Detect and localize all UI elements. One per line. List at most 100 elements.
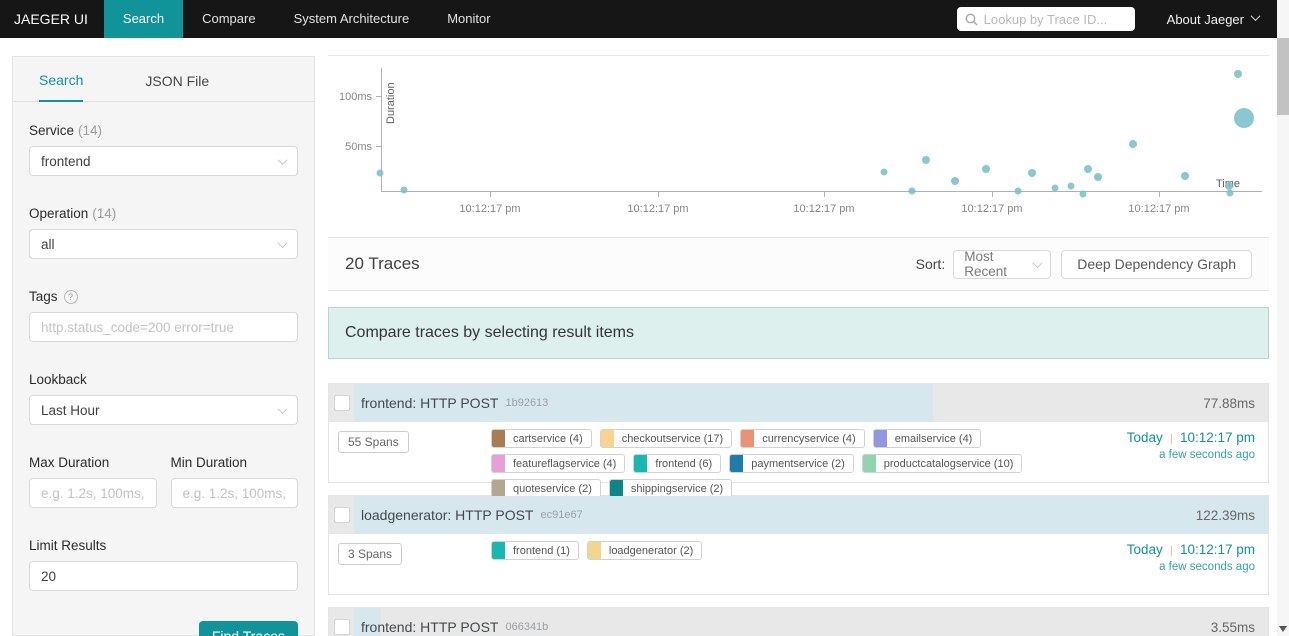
service-tag-label: frontend (6) (655, 457, 713, 470)
search-form: Service (14) frontend Operation (14) all… (13, 102, 314, 636)
trace-checkbox-cell (329, 608, 354, 636)
service-color-chip (873, 430, 887, 447)
duration-scatter-chart: 100ms 50ms 10:12:17 pm 10:12:17 pm 10:12:17 … (328, 55, 1269, 237)
tags-input[interactable] (29, 312, 298, 342)
max-duration-input[interactable] (29, 478, 157, 508)
trace-scatter-point[interactable] (1079, 190, 1087, 198)
trace-id: ec91e67 (540, 509, 583, 521)
search-icon (965, 13, 978, 25)
span-count-pill: 55 Spans (338, 431, 409, 453)
trace-scatter-point[interactable] (400, 186, 408, 194)
trace-scatter-point[interactable] (880, 168, 888, 176)
service-color-chip (730, 455, 744, 472)
trace-scatter-point[interactable] (1226, 189, 1234, 197)
service-tag-pill: productcatalogservice (10) (861, 454, 1023, 473)
lookback-select[interactable]: Last Hour (29, 395, 298, 425)
service-select[interactable]: frontend (29, 146, 298, 176)
trace-date: Today (1126, 430, 1163, 445)
top-navbar: JAEGER UI Search Compare System Architec… (0, 0, 1289, 38)
sidebar-tab[interactable]: JSON File (145, 73, 209, 101)
navbar-item[interactable]: Search (103, 0, 184, 38)
trace-scatter-point[interactable] (908, 187, 916, 195)
chevron-down-icon (277, 154, 288, 165)
service-tag-label: productcatalogservice (10) (883, 457, 1014, 470)
help-icon[interactable]: ? (63, 289, 78, 304)
service-tag-pill: currencyservice (4) (740, 429, 865, 448)
min-duration-label: Min Duration (170, 455, 248, 470)
trace-scatter-point[interactable] (1129, 140, 1137, 148)
sidebar-tab[interactable]: Search (39, 72, 84, 102)
operation-select[interactable]: all (29, 229, 298, 259)
max-duration-label: Max Duration (29, 455, 110, 470)
trace-checkbox[interactable] (333, 507, 350, 523)
service-tag-label: quoteservice (2) (513, 482, 592, 495)
trace-scatter-point[interactable] (922, 156, 930, 164)
scatter-plot: 100ms 50ms 10:12:17 pm 10:12:17 pm 10:12:17 … (339, 68, 1262, 215)
service-tag-label: emailservice (4) (894, 432, 973, 445)
service-tag-pill: frontend (6) (633, 454, 722, 473)
sidebar-tabs: Search JSON File (13, 57, 314, 102)
trace-scatter-point[interactable] (1028, 169, 1036, 177)
sort-select[interactable]: Most Recent (953, 249, 1052, 279)
trace-scatter-point[interactable] (1051, 184, 1059, 192)
trace-scatter-point[interactable] (1014, 187, 1022, 195)
trace-checkbox[interactable] (333, 619, 350, 635)
trace-lookup-box[interactable] (956, 7, 1135, 31)
service-tag-pill: frontend (1) (491, 541, 579, 560)
svg-text:10:12:17 pm: 10:12:17 pm (793, 203, 854, 215)
trace-scatter-point[interactable] (1084, 165, 1092, 173)
trace-scatter-point[interactable] (982, 165, 990, 173)
service-tag-pill: loadgenerator (2) (586, 541, 703, 560)
min-duration-input[interactable] (170, 478, 298, 508)
trace-scatter-point[interactable] (1234, 108, 1254, 128)
trace-lookup-input[interactable] (983, 11, 1127, 27)
trace-header-link[interactable]: frontend: HTTP POST 1b92613 77.88ms (329, 384, 1268, 422)
trace-checkbox[interactable] (333, 395, 350, 411)
trace-scatter-point[interactable] (1234, 70, 1242, 78)
service-tag-pill: paymentservice (2) (729, 454, 854, 473)
scrollbar-thumb[interactable] (1277, 38, 1289, 115)
trace-header-link[interactable]: loadgenerator: HTTP POST ec91e67 122.39m… (329, 496, 1268, 534)
navbar-item[interactable]: System Architecture (275, 0, 429, 38)
trace-scatter-point[interactable] (1225, 182, 1233, 190)
separator: | (1169, 543, 1173, 557)
search-results-area: 100ms 50ms 10:12:17 pm 10:12:17 pm 10:12:17 … (328, 55, 1269, 636)
compare-banner: Compare traces by selecting result items (328, 307, 1269, 359)
service-color-chip (492, 430, 505, 447)
trace-scatter-point[interactable] (1067, 182, 1075, 190)
page-scrollbar[interactable] (1277, 0, 1289, 636)
trace-duration-bar-track: loadgenerator: HTTP POST ec91e67 122.39m… (354, 496, 1268, 534)
trace-checkbox-cell (329, 384, 354, 422)
deep-dependency-graph-button[interactable]: Deep Dependency Graph (1061, 249, 1252, 279)
trace-scatter-point[interactable] (376, 169, 384, 177)
trace-duration-bar-track: frontend: HTTP POST 066341b 3.55ms (354, 608, 1268, 636)
service-color-chip (609, 480, 623, 497)
trace-scatter-point[interactable] (951, 177, 959, 185)
find-traces-button[interactable]: Find Traces (198, 621, 298, 636)
service-tag-label: shippingservice (2) (630, 482, 724, 495)
limit-results-input[interactable] (29, 561, 298, 591)
sort-label: Sort: (915, 256, 946, 272)
about-jaeger-label: About Jaeger (1166, 11, 1244, 27)
trace-scatter-point[interactable] (1181, 172, 1189, 180)
app-brand[interactable]: JAEGER UI (0, 0, 104, 38)
trace-duration: 77.88ms (1203, 395, 1255, 411)
service-value: frontend (41, 153, 91, 169)
service-color-chip (492, 480, 505, 497)
service-tag-pill: emailservice (4) (872, 429, 982, 448)
tags-label: Tags ? (29, 289, 298, 304)
about-jaeger-menu[interactable]: About Jaeger (1166, 11, 1261, 27)
navbar-items: Search Compare System Architecture Monit… (103, 0, 510, 38)
svg-text:10:12:17 pm: 10:12:17 pm (1128, 203, 1189, 215)
trace-scatter-point[interactable] (1094, 173, 1102, 181)
scrollbar-down-arrow-icon[interactable] (1279, 626, 1287, 632)
trace-duration: 3.55ms (1210, 619, 1255, 635)
trace-header-link[interactable]: frontend: HTTP POST 066341b 3.55ms (329, 608, 1268, 636)
trace-id: 1b92613 (505, 397, 549, 409)
trace-date: Today (1126, 542, 1163, 557)
service-color-chip (492, 542, 505, 559)
navbar-item[interactable]: Monitor (428, 0, 509, 38)
trace-body: 55 Spans cartservice (4) checkoutservice… (329, 422, 1268, 498)
trace-title: frontend: HTTP POST (361, 619, 499, 635)
navbar-item[interactable]: Compare (183, 0, 274, 38)
